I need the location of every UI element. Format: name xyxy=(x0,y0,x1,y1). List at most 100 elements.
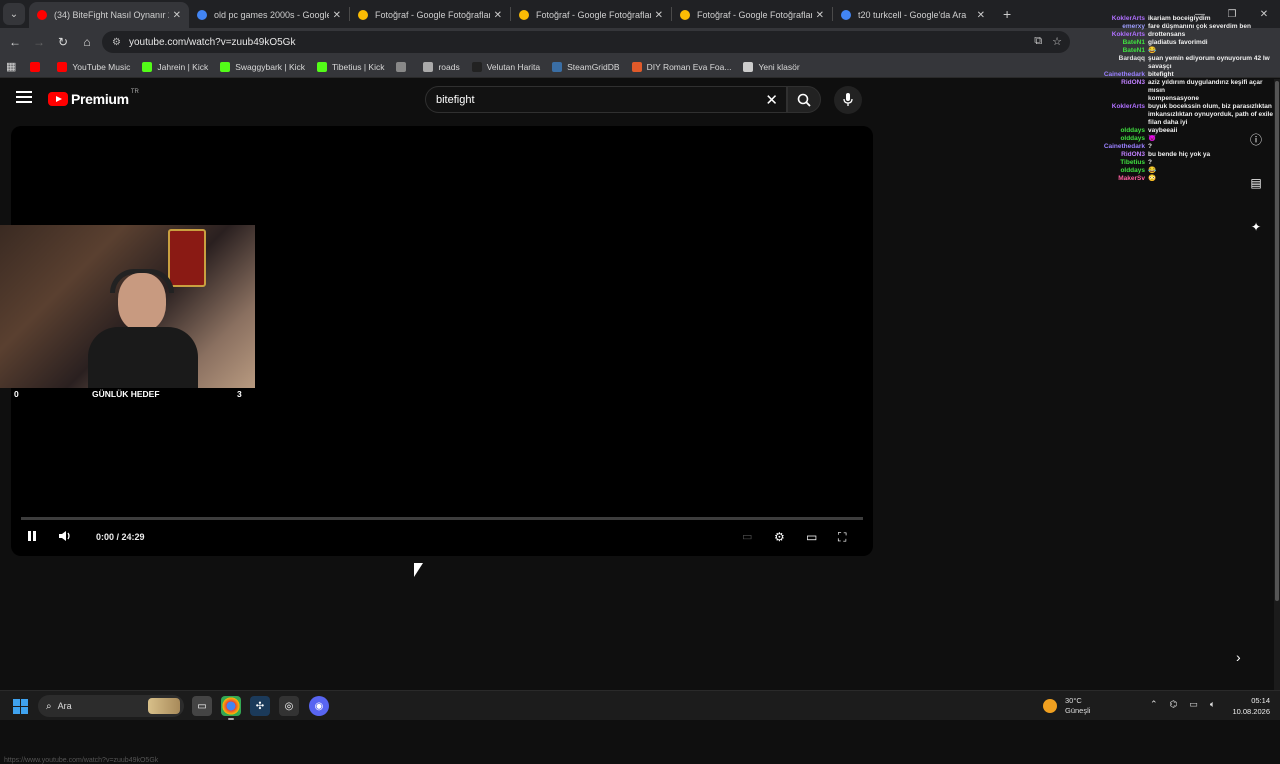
player-controls: 0:00 / 24:29 ▭ ⚙ ▭ ⛶ xyxy=(11,516,873,556)
bookmark-label: Swaggybark | Kick xyxy=(235,61,306,72)
tab-2[interactable]: Fotoğraf - Google Fotoğraflar ✕ xyxy=(350,2,510,28)
close-tab-icon[interactable]: ✕ xyxy=(655,10,663,21)
taskbar-search-placeholder: Ara xyxy=(57,701,72,711)
bookmark-7[interactable]: Velutan Harita xyxy=(471,61,540,72)
bookmark-4[interactable]: Tibetius | Kick xyxy=(317,61,384,72)
scrollbar-thumb[interactable] xyxy=(1275,81,1279,601)
back-button[interactable]: ← xyxy=(3,35,27,49)
file-explorer-icon[interactable]: ▭ xyxy=(192,696,212,716)
chat-message: KoklerArts ikariam boceigiydim xyxy=(1086,15,1276,23)
search-button[interactable] xyxy=(787,86,821,113)
bookmark-3[interactable]: Swaggybark | Kick xyxy=(220,61,306,72)
youtube-icon xyxy=(37,10,47,20)
clear-search-icon[interactable]: ✕ xyxy=(765,91,778,109)
chat-message: Cainethedark bitefight xyxy=(1086,71,1276,79)
close-tab-icon[interactable]: ✕ xyxy=(977,10,985,21)
forward-button[interactable]: → xyxy=(27,35,51,49)
sparkle-icon[interactable]: ✦ xyxy=(1246,217,1266,237)
chevron-right-icon[interactable]: › xyxy=(1236,649,1241,665)
tab-0[interactable]: (34) BiteFight Nasıl Oynanır 20 ✕ xyxy=(29,2,189,28)
search-highlight-image xyxy=(148,698,180,714)
discord-icon[interactable]: ◉ xyxy=(309,696,329,716)
bookmark-9[interactable]: DIY Roman Eva Foa... xyxy=(631,61,731,72)
search-input[interactable]: bitefight xyxy=(436,94,765,106)
pause-icon[interactable] xyxy=(26,530,38,545)
logo-text: Premium xyxy=(71,91,129,107)
clock[interactable]: 05:14 10.08.2026 xyxy=(1232,695,1270,717)
bookmark-6[interactable]: roads xyxy=(423,61,460,72)
tab-4[interactable]: Fotoğraf - Google Fotoğraflar ✕ xyxy=(672,2,832,28)
chat-message: Tibetius? xyxy=(1086,159,1276,167)
install-app-icon[interactable]: ⧉ xyxy=(1034,35,1042,48)
close-tab-icon[interactable]: ✕ xyxy=(173,10,181,21)
goal-target: 3 xyxy=(237,389,242,399)
chat-message: RidON3 aziz yıldırım duygulandırız keşifi… xyxy=(1086,79,1276,95)
daily-goal-bar: 0 GÜNLÜK HEDEF 3 xyxy=(0,389,255,403)
windows-start-icon[interactable] xyxy=(13,699,28,714)
bookmark-5[interactable] xyxy=(396,61,411,72)
apps-grid-icon[interactable]: ▦ xyxy=(6,60,16,73)
bookmark-star-icon[interactable]: ☆ xyxy=(1052,35,1062,48)
fullscreen-icon[interactable]: ⛶ xyxy=(838,530,846,545)
tab-5[interactable]: t20 turkcell - Google'da Ara ✕ xyxy=(833,2,993,28)
photos-icon xyxy=(680,10,690,20)
roads-icon xyxy=(423,61,434,72)
menu-icon[interactable] xyxy=(16,91,32,103)
volume-icon[interactable] xyxy=(58,530,72,545)
chat-text: buyuk bocekssin olum, biz parasızlıktan … xyxy=(1148,103,1273,126)
windows-taskbar: ⌕ Ara ▭ ✣ ◎ ◉ 30°C Güneşli ⌃ ⌬ ▭ 🔈︎ 05:1… xyxy=(0,690,1280,720)
subtitles-icon[interactable]: ▭ xyxy=(742,530,752,543)
chat-username: Tibetius xyxy=(1120,159,1145,166)
address-bar[interactable]: ⚙ youtube.com/watch?v=zuub49kO5Gk ⧉ ☆ xyxy=(102,31,1070,53)
chat-message: kompensasyone xyxy=(1086,95,1276,103)
chat-username xyxy=(1086,95,1148,103)
reload-button[interactable]: ↻ xyxy=(51,35,75,49)
tab-search-button[interactable]: ⌄ xyxy=(3,3,25,25)
chat-username: RidON3 xyxy=(1121,151,1145,158)
tab-1[interactable]: old pc games 2000s - Google'd ✕ xyxy=(189,2,349,28)
chat-username: RidON3 xyxy=(1121,79,1145,86)
search-box[interactable]: bitefight ✕ xyxy=(425,86,787,113)
theater-mode-icon[interactable]: ▭ xyxy=(806,530,817,544)
etsy-icon xyxy=(631,61,642,72)
taskbar-search[interactable]: ⌕ Ara xyxy=(38,695,184,717)
address-url[interactable]: youtube.com/watch?v=zuub49kO5Gk xyxy=(129,37,295,48)
home-button[interactable]: ⌂ xyxy=(75,35,99,49)
bookmark-10[interactable]: Yeni klasör xyxy=(743,61,800,72)
chevron-up-icon[interactable]: ⌃ xyxy=(1150,699,1158,710)
chrome-icon[interactable] xyxy=(221,696,241,720)
chat-text: vaybeeaii xyxy=(1148,127,1178,134)
chat-username: olddays xyxy=(1120,167,1145,174)
close-tab-icon[interactable]: ✕ xyxy=(816,10,824,21)
speaker-icon[interactable]: 🔈︎ xyxy=(1210,699,1215,710)
globe-icon xyxy=(396,61,407,72)
close-tab-icon[interactable]: ✕ xyxy=(333,10,341,21)
chat-text: ? xyxy=(1148,143,1152,150)
kick-icon xyxy=(220,61,231,72)
voice-search-button[interactable] xyxy=(834,86,862,114)
progress-bar[interactable] xyxy=(21,517,863,520)
webcam-overlay xyxy=(0,225,255,388)
bookmark-2[interactable]: Jahrein | Kick xyxy=(142,61,208,72)
network-app-icon[interactable]: ✣ xyxy=(250,696,270,716)
weather-widget[interactable]: 30°C Güneşli xyxy=(1043,696,1090,716)
bookmark-label: SteamGridDB xyxy=(567,61,620,72)
close-tab-icon[interactable]: ✕ xyxy=(494,10,502,21)
settings-gear-icon[interactable]: ⚙ xyxy=(774,530,785,544)
page-scrollbar[interactable] xyxy=(1274,79,1280,690)
bookmark-0[interactable] xyxy=(30,61,45,72)
folder-icon xyxy=(743,61,754,72)
bookmark-8[interactable]: SteamGridDB xyxy=(552,61,620,72)
bookmark-label: Yeni klasör xyxy=(758,61,800,72)
youtube-premium-logo[interactable]: Premium TR xyxy=(48,89,139,107)
site-info-icon[interactable]: ⚙ xyxy=(112,37,121,48)
tab-3[interactable]: Fotoğraf - Google Fotoğraflar ✕ xyxy=(511,2,671,28)
stream-chat-overlay: KoklerArts ikariam boceigiydim emerxy fare … xyxy=(1086,15,1276,183)
chat-username: KoklerArts xyxy=(1111,31,1145,38)
display-icon[interactable]: ▭ xyxy=(1189,699,1198,710)
network-icon[interactable]: ⌬ xyxy=(1170,699,1178,710)
bookmark-1[interactable]: YouTube Music xyxy=(57,61,130,72)
obs-icon[interactable]: ◎ xyxy=(279,696,299,716)
new-tab-button[interactable]: + xyxy=(1003,6,1011,22)
chat-username: olddays xyxy=(1120,135,1145,142)
